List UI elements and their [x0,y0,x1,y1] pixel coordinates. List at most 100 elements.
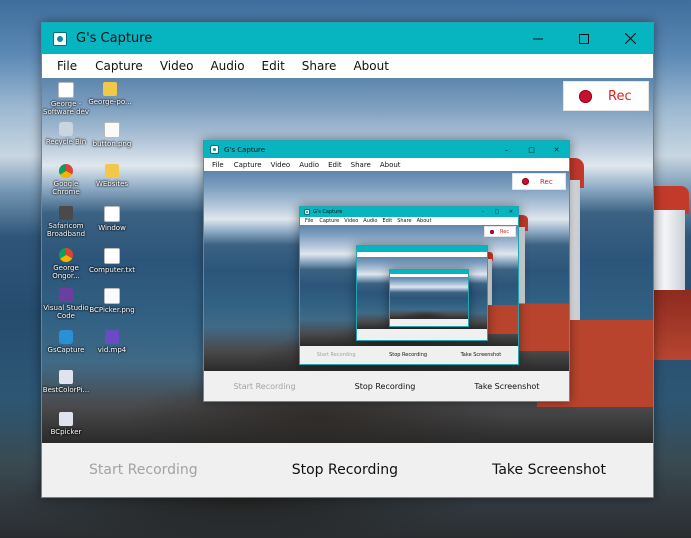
desktop-icon[interactable]: BestColorPi... [42,370,90,394]
start-recording-button: Start Recording [316,352,356,358]
nested-preview [390,277,468,319]
menu-audio[interactable]: Audio [210,59,244,73]
doc-icon [58,82,74,98]
stop-recording-button: Stop Recording [354,381,416,391]
nested-window-preview: G's Capture – □ ✕ File Capture Video Aud… [299,206,519,365]
nested-title-bar: G's Capture – □ ✕ [204,141,569,158]
stop-recording-button[interactable]: Stop Recording [292,462,398,478]
menu-capture[interactable]: Capture [95,59,143,73]
minimize-icon[interactable] [515,23,561,54]
maximize-icon: □ [494,209,500,215]
folder-icon [105,164,119,178]
close-icon: ✕ [508,209,514,215]
menu-about: About [379,160,401,169]
nested-bottom-bar: Start Recording Stop Recording Take Scre… [300,346,518,364]
menu-video: Video [270,160,291,169]
desktop-icon[interactable]: Computer.txt [88,248,136,274]
menu-bar: File Capture Video Audio Edit Share Abou… [42,54,653,79]
nested-window-title: G's Capture [224,145,266,154]
desktop-icon[interactable]: Window [88,206,136,232]
desktop-icon[interactable]: Google Chrome [42,164,90,196]
image-file-icon [104,122,120,138]
video-file-icon [105,330,119,344]
take-screenshot-button[interactable]: Take Screenshot [492,462,606,478]
capture-preview: George - Software dev George-po... Recyc… [42,78,653,443]
menu-file: File [305,218,314,224]
rec-label: Rec [608,88,632,104]
desktop-icon[interactable]: WEbsites [88,164,136,188]
menu-share[interactable]: Share [302,59,337,73]
desktop-icon[interactable]: vid.mp4 [88,330,136,354]
doc-icon [104,206,120,222]
desktop-icon[interactable]: Recycle Bin [42,122,90,146]
menu-video: Video [344,218,359,224]
record-dot-icon [490,229,494,234]
nested-bottom-bar [390,319,468,326]
app-icon [304,209,310,215]
record-dot-icon [579,89,592,103]
rec-label: Rec [500,228,510,235]
image-file-icon [104,288,120,304]
menu-audio: Audio [299,160,320,169]
maximize-icon: □ [528,145,535,154]
desktop-icon[interactable]: George - Software dev [42,82,90,116]
nested-bottom-bar [357,329,487,340]
rec-label: Rec [540,177,553,186]
chrome-icon [59,248,73,262]
minimize-icon: – [481,209,485,215]
close-icon: ✕ [553,145,560,154]
vs-code-icon [59,288,73,302]
menu-file[interactable]: File [57,59,77,73]
menu-share: Share [397,218,412,224]
desktop-icon[interactable]: BCPicker.png [88,288,136,314]
capture-app-icon [59,330,73,344]
minimize-icon: – [504,145,509,154]
nested-window-preview [389,269,469,327]
menu-edit[interactable]: Edit [262,59,285,73]
modem-icon [59,206,73,220]
menu-audio: Audio [363,218,378,224]
nested-preview: Rec G's Capture – □ ✕ File Capture Video [204,171,569,371]
record-dot-icon [522,178,529,185]
desktop-icon[interactable]: GsCapture [42,330,90,354]
menu-about[interactable]: About [353,59,388,73]
nested-preview [357,257,487,329]
maximize-icon[interactable] [561,23,607,54]
nested-window-title: G's Capture [313,209,343,215]
title-bar[interactable]: G's Capture [42,23,653,54]
chrome-icon [59,164,73,178]
menu-share: Share [350,160,371,169]
nested-menu-bar: File Capture Video Audio Edit Share Abou… [204,158,569,172]
folder-icon [103,82,117,96]
rec-button[interactable]: Rec [563,81,649,111]
menu-video[interactable]: Video [160,59,194,73]
recycle-bin-icon [59,122,73,136]
desktop-icon[interactable]: BCpicker [42,412,90,436]
rec-button: Rec [512,173,566,190]
desktop-icon[interactable]: George-po... [86,82,134,106]
desktop-icon[interactable]: button.png [88,122,136,148]
start-recording-button[interactable]: Start Recording [89,462,198,478]
desktop-icon[interactable]: Visual Studio Code [42,288,90,320]
desktop-icon[interactable]: George Ongor... [42,248,90,280]
nested-window-preview [356,245,488,341]
text-file-icon [104,248,120,264]
close-icon[interactable] [607,23,653,54]
nested-bottom-bar: Start Recording Stop Recording Take Scre… [204,371,569,401]
menu-capture: Capture [233,160,262,169]
app-window: G's Capture File Capture Video Audio Edi… [41,22,654,498]
start-recording-button: Start Recording [233,381,296,391]
app-icon [210,145,219,154]
menu-file: File [212,160,224,169]
desktop-icon[interactable]: Safaricom Broadband [42,206,90,238]
menu-capture: Capture [319,218,340,224]
app-icon [53,31,67,46]
nested-preview: Rec [300,225,518,346]
color-picker-icon [59,370,73,384]
take-screenshot-button: Take Screenshot [474,381,540,391]
menu-edit: Edit [328,160,342,169]
rec-button: Rec [484,226,516,237]
menu-about: About [416,218,432,224]
nested-window-preview: G's Capture – □ ✕ File Capture Video Aud… [203,140,570,402]
color-picker-icon [59,412,73,426]
